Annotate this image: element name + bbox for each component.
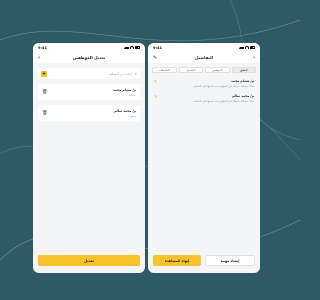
page-title: التفاصيل <box>195 55 213 60</box>
details-screen: 9:41 ✎ التفاصيل › الملاحظات التفاصيل الم… <box>148 43 260 273</box>
tab-employees[interactable]: الموظفين <box>205 67 230 73</box>
search-icon: ⌕ <box>134 71 137 76</box>
employee-name: م/ محمد سالم <box>114 108 136 113</box>
create-task-button[interactable]: إنشاء مهمة <box>205 255 255 266</box>
add-employee-row[interactable]: + ابحث عن الموظف ⌕ <box>38 68 140 79</box>
tab-bar: الملاحظات التفاصيل الموظفين التعليق <box>152 67 256 73</box>
status-time: 9:41 <box>38 45 47 50</box>
search-input[interactable]: ابحث عن الموظف <box>47 72 135 76</box>
battery-icon <box>250 46 255 49</box>
action-buttons: إنهاء المشاهدة إنشاء مهمة <box>153 255 255 266</box>
nav-bar: ‹ تعديل الموظفين <box>33 52 145 63</box>
trash-icon[interactable]: 🗑 <box>42 90 48 95</box>
signal-icon <box>238 46 244 49</box>
plus-icon: + <box>41 70 47 77</box>
tab-notes[interactable]: الملاحظات <box>152 67 177 73</box>
comment-item: ✎ م/ هشام محمد هناك مشكلة بسيطة في الموق… <box>154 79 254 88</box>
comment-text: هناك مشكلة بسيطة في الموقع يجب تعديلها ق… <box>193 99 254 103</box>
finish-view-button[interactable]: إنهاء المشاهدة <box>153 255 201 266</box>
battery-icon <box>135 46 140 49</box>
status-bar: 9:41 <box>148 43 260 52</box>
save-button[interactable]: تعديل <box>38 255 140 266</box>
wifi-icon <box>130 46 134 49</box>
back-arrow-icon[interactable]: › <box>253 55 255 61</box>
comment-text: هناك مشكلة بسيطة في الموقع يجب تعديلها ق… <box>193 84 254 88</box>
comment-item: ✎ م/ محمد سالم هناك مشكلة بسيطة في الموق… <box>154 94 254 103</box>
wifi-icon <box>245 46 249 49</box>
employee-name: م/ هشام محمد <box>113 87 136 92</box>
signal-icon <box>123 46 129 49</box>
status-time: 9:41 <box>153 45 162 50</box>
back-arrow-icon[interactable]: ‹ <box>38 55 40 61</box>
comment-author: م/ هشام محمد <box>231 79 254 83</box>
nav-bar: ✎ التفاصيل › <box>148 52 260 63</box>
trash-icon[interactable]: 🗑 <box>42 111 48 116</box>
tab-comments[interactable]: التعليق <box>231 67 256 73</box>
tab-details[interactable]: التفاصيل <box>178 67 203 73</box>
employee-role: مصمم <box>128 92 136 97</box>
page-title: تعديل الموظفين <box>72 55 106 60</box>
employee-edit-screen: 9:41 ‹ تعديل الموظفين + ابحث عن الموظف ⌕… <box>33 43 145 273</box>
employee-card[interactable]: 🗑 م/ محمد سالم مطور <box>38 105 140 121</box>
comment-author: م/ محمد سالم <box>232 94 254 99</box>
edit-pencil-icon[interactable]: ✎ <box>153 55 157 61</box>
status-bar: 9:41 <box>33 43 145 52</box>
employee-role: مطور <box>129 113 136 118</box>
employee-card[interactable]: 🗑 م/ هشام محمد مصمم <box>38 84 140 100</box>
